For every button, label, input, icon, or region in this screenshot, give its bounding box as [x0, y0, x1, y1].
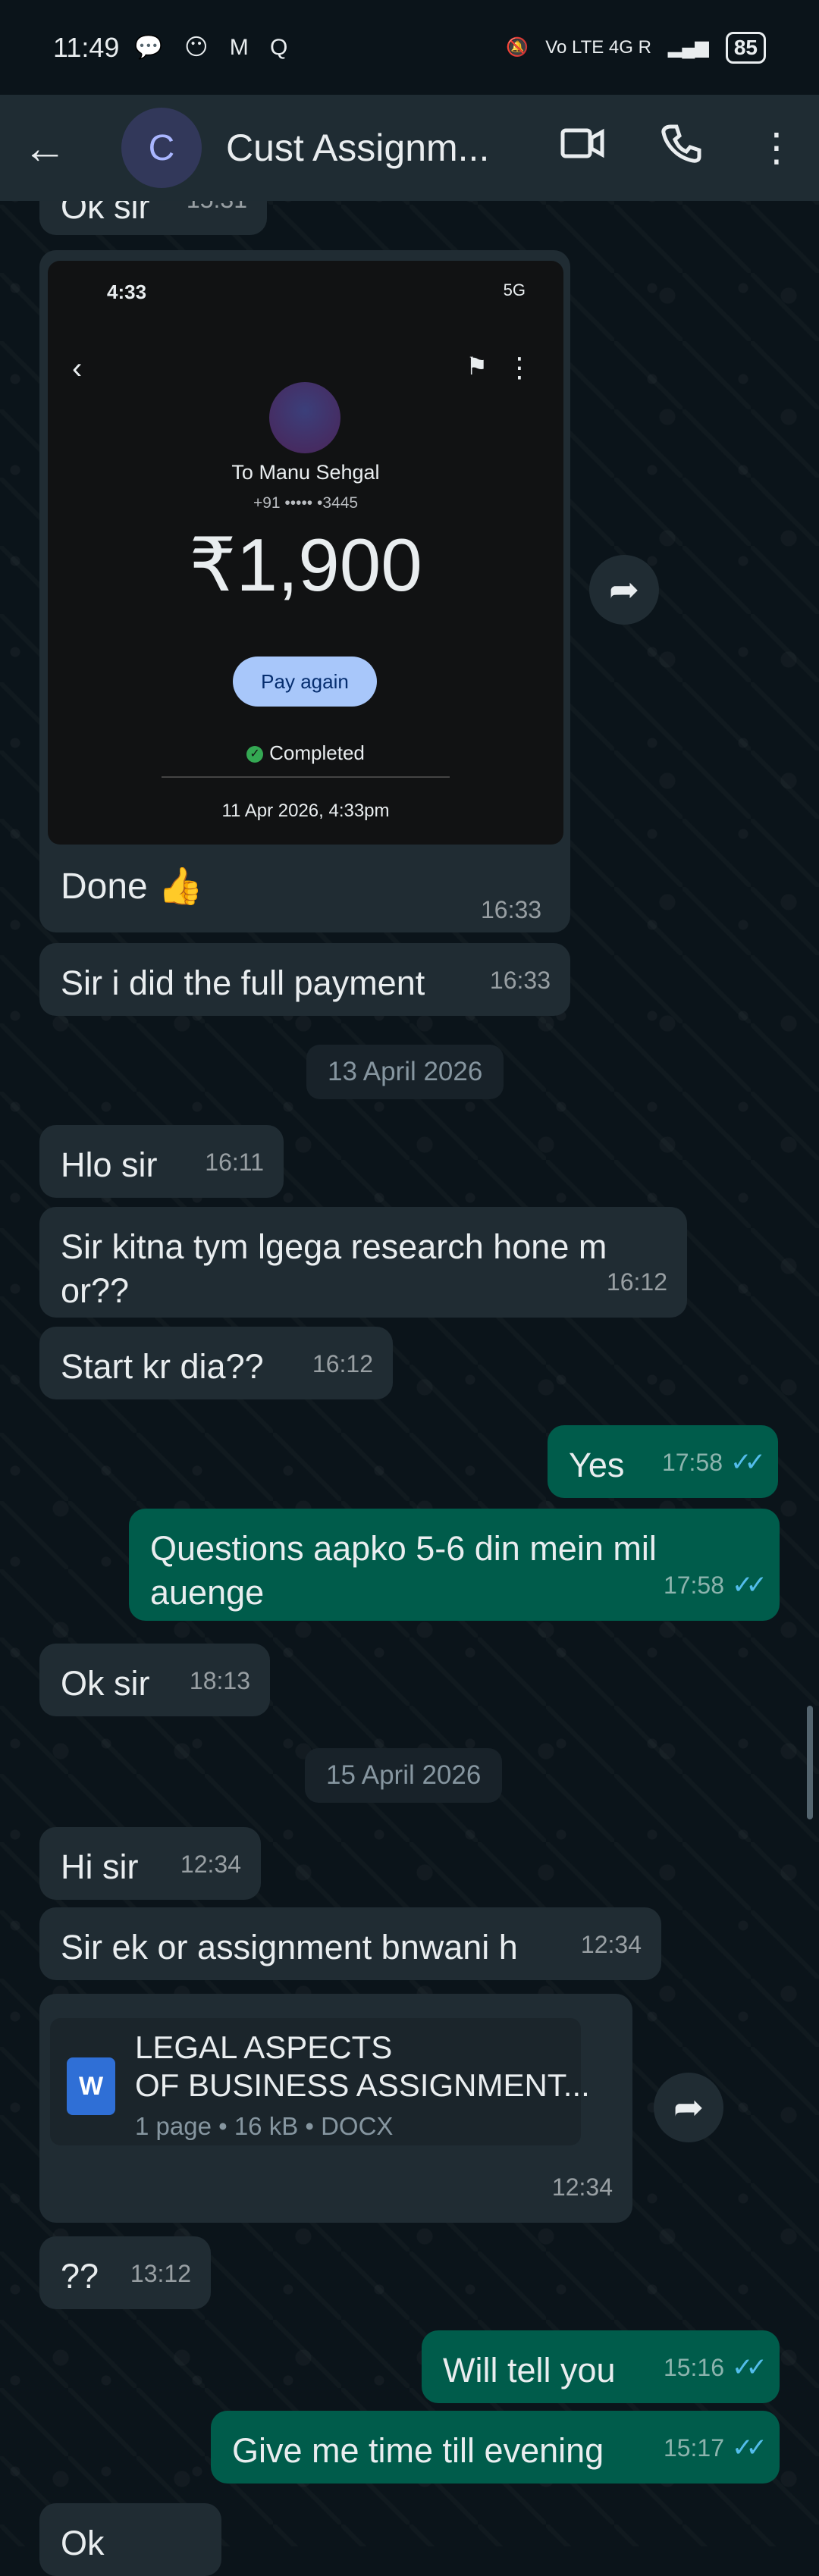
- battery-indicator: 85: [725, 31, 766, 64]
- network-indicator: Vo LTE 4G R: [545, 36, 651, 58]
- message-bubble[interactable]: Sir i did the full payment 16:33: [39, 943, 570, 1016]
- screenshot-network: 5G: [503, 280, 526, 299]
- screenshot-more-icon: ⋮: [506, 352, 533, 383]
- payment-amount: ₹1,900: [189, 523, 422, 606]
- message-text: Yes: [569, 1446, 625, 1484]
- read-ticks-icon: ✓✓: [730, 1448, 766, 1477]
- more-options-icon[interactable]: ⋮: [757, 125, 796, 171]
- message-text: Hlo sir: [61, 1145, 158, 1184]
- scrollbar[interactable]: [807, 1706, 813, 1819]
- status-time: 11:49: [53, 31, 120, 63]
- message-bubble[interactable]: Start kr dia?? 16:12: [39, 1327, 393, 1399]
- divider: [162, 776, 450, 778]
- signal-icon: ▂▄▆: [667, 37, 709, 58]
- message-time: 16:33: [489, 967, 551, 994]
- date-separator: 15 April 2026: [305, 1748, 503, 1803]
- forward-icon[interactable]: ➦: [654, 2073, 723, 2142]
- image-caption: Done 👍: [61, 867, 203, 907]
- payee-phone: +91 ••••• •3445: [253, 494, 359, 512]
- message-text: ??: [61, 2257, 99, 2296]
- message-bubble[interactable]: Sir ek or assignment bnwani h 12:34: [39, 1907, 661, 1980]
- message-time: 16:11: [205, 1149, 264, 1176]
- message-text: Questions aapko 5-6 din mein mil auenge: [150, 1529, 657, 1612]
- back-arrow-icon[interactable]: ←: [23, 123, 83, 174]
- flag-icon: ⚑: [466, 353, 488, 380]
- message-text: Give me time till evening: [232, 2431, 604, 2470]
- document-title-line2: OF BUSINESS ASSIGNMENT...: [135, 2067, 590, 2103]
- document-title-line1: LEGAL ASPECTS: [135, 2029, 393, 2065]
- payment-status-label: Completed: [269, 741, 365, 764]
- message-bubble-outgoing[interactable]: Questions aapko 5-6 din mein mil auenge …: [129, 1509, 780, 1621]
- message-text: Sir i did the full payment: [61, 964, 425, 1002]
- avatar[interactable]: C: [121, 108, 202, 188]
- message-text: Ok sir: [61, 1664, 150, 1703]
- screenshot-status-time: 4:33: [107, 280, 147, 303]
- phone-call-icon[interactable]: [660, 122, 702, 174]
- word-document-icon: W: [67, 2057, 115, 2115]
- message-time: 16:12: [606, 1268, 667, 1296]
- chat-header: ← C Cust Assignm... ⋮: [0, 95, 819, 201]
- message-bubble-outgoing[interactable]: Will tell you 15:16 ✓✓: [422, 2330, 780, 2403]
- payee-name: To Manu Sehgal: [231, 461, 380, 484]
- message-bubble-outgoing[interactable]: Give me time till evening 15:17 ✓✓: [211, 2411, 780, 2484]
- message-time: 15:16 ✓✓: [663, 2346, 767, 2390]
- payment-screenshot[interactable]: 4:33 5G ‹ ⚑ ⋮ To Manu Sehgal +91 ••••• •…: [48, 261, 563, 845]
- document-title: LEGAL ASPECTS OF BUSINESS ASSIGNMENT...: [135, 2029, 590, 2104]
- mute-icon: 🔕: [506, 37, 529, 58]
- message-bubble-partial-bottom[interactable]: Ok: [39, 2503, 221, 2576]
- payment-date: 11 Apr 2026, 4:33pm: [221, 801, 390, 821]
- read-ticks-icon: ✓✓: [732, 1571, 767, 1600]
- message-text: Start kr dia??: [61, 1347, 264, 1386]
- message-time: 16:12: [312, 1350, 373, 1377]
- message-bubble[interactable]: ?? 13:12: [39, 2236, 211, 2309]
- message-bubble[interactable]: Ok sir 18:13: [39, 1644, 270, 1716]
- screenshot-back-icon: ‹: [72, 352, 83, 385]
- check-icon: ✓: [246, 746, 264, 763]
- message-bubble[interactable]: Hi sir 12:34: [39, 1827, 261, 1900]
- video-call-icon[interactable]: [560, 124, 605, 172]
- message-bubble[interactable]: Sir kitna tym lgega research hone m or??…: [39, 1207, 687, 1318]
- message-text: Sir ek or assignment bnwani h: [61, 1928, 518, 1966]
- notification-icons: 💬 😶 M Q: [134, 35, 296, 60]
- message-time: 13:12: [130, 2260, 191, 2287]
- message-time-text: 15:16: [663, 2354, 725, 2381]
- document-card[interactable]: W LEGAL ASPECTS OF BUSINESS ASSIGNMENT..…: [50, 2018, 590, 2145]
- date-separator: 13 April 2026: [306, 1045, 504, 1099]
- chat-title[interactable]: Cust Assignm...: [226, 126, 499, 170]
- message-time: 12:34: [180, 1851, 241, 1878]
- message-text: Hi sir: [61, 1847, 139, 1886]
- message-text: Will tell you: [443, 2351, 616, 2390]
- message-text: Sir kitna tym lgega research hone m or??: [61, 1227, 607, 1310]
- message-time-text: 17:58: [663, 1572, 725, 1599]
- status-bar: 11:49 💬 😶 M Q 🔕 Vo LTE 4G R ▂▄▆ 85: [0, 0, 819, 95]
- pay-again-button: Pay again: [233, 657, 377, 707]
- document-meta: 1 page • 16 kB • DOCX: [135, 2112, 394, 2140]
- message-time: 15:17 ✓✓: [663, 2426, 767, 2470]
- message-time-text: 17:58: [661, 1449, 723, 1476]
- forward-icon[interactable]: ➦: [589, 555, 659, 625]
- message-time-text: 15:17: [663, 2434, 725, 2462]
- message-bubble-outgoing[interactable]: Yes 17:58 ✓✓: [548, 1425, 778, 1498]
- read-ticks-icon: ✓✓: [732, 2353, 767, 2382]
- message-time: 17:58 ✓✓: [663, 1563, 767, 1607]
- message-time: 12:34: [551, 2173, 613, 2201]
- message-time: 17:58 ✓✓: [661, 1440, 766, 1484]
- payment-status: ✓ Completed: [48, 741, 563, 765]
- payee-avatar: [269, 382, 340, 453]
- message-time: 16:33: [481, 896, 542, 923]
- message-time: 12:34: [580, 1931, 642, 1958]
- message-bubble[interactable]: Hlo sir 16:11: [39, 1125, 284, 1198]
- read-ticks-icon: ✓✓: [732, 2433, 767, 2462]
- message-time: 18:13: [189, 1667, 250, 1694]
- message-text: Ok: [61, 2524, 105, 2562]
